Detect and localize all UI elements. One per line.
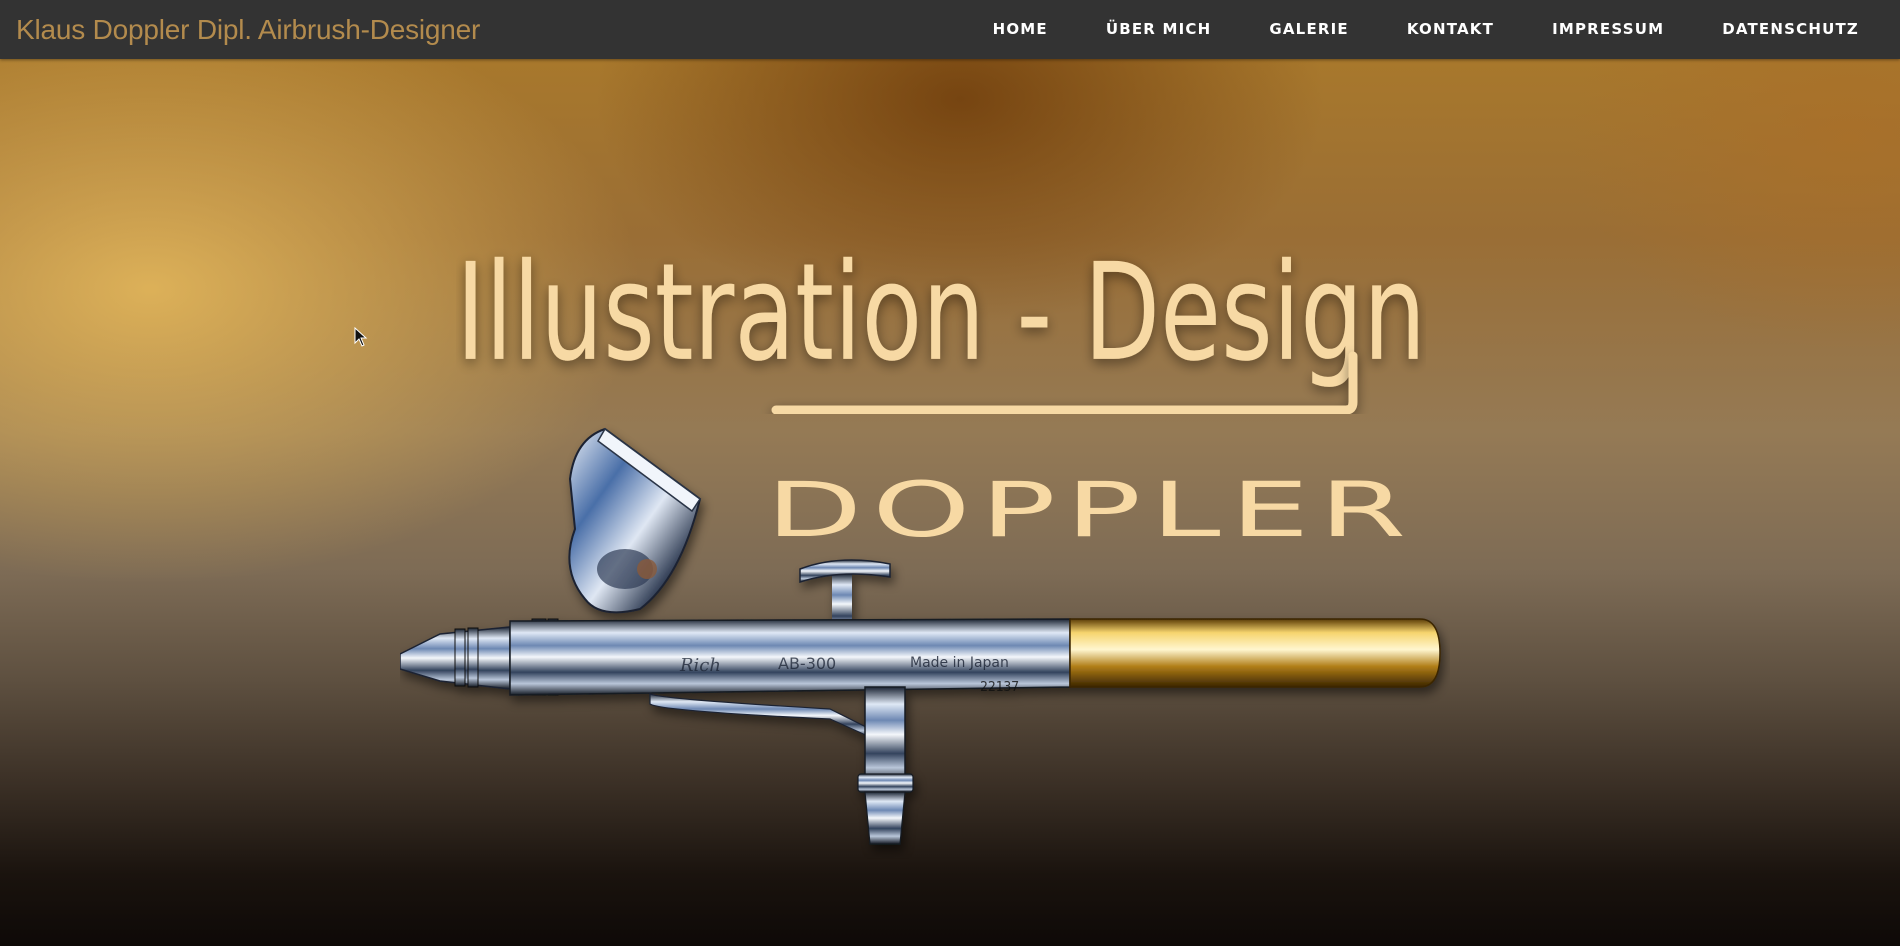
airbrush-color-cup [568, 427, 702, 614]
airbrush-gold-handle [1069, 618, 1441, 688]
nav-item-ueber-mich[interactable]: ÜBER MICH [1077, 0, 1241, 59]
hero-headline: Illustration - Design [456, 214, 1426, 414]
nav-item-galerie[interactable]: GALERIE [1240, 0, 1378, 59]
airbrush-engraving-brand: Rich [679, 655, 721, 676]
airbrush-engraving-origin: Made in Japan [910, 655, 1009, 671]
site-brand-link[interactable]: Klaus Doppler Dipl. Airbrush-Designer [16, 13, 480, 47]
hero-headline-text: Illustration - Design [456, 234, 1426, 391]
nav-item-kontakt[interactable]: KONTAKT [1378, 0, 1523, 59]
airbrush-illustration: Rich AB-300 Made in Japan 22137 [399, 419, 1450, 859]
hero-headline-graphic: Illustration - Design [456, 234, 1426, 414]
mouse-pointer-icon [354, 327, 368, 347]
nav-item-impressum[interactable]: IMPRESSUM [1523, 0, 1693, 59]
hero-section: Illustration - Design DOPPLER Rich AB-30… [0, 59, 1900, 946]
nav-item-home[interactable]: HOME [964, 0, 1077, 59]
nav-item-datenschutz[interactable]: DATENSCHUTZ [1693, 0, 1888, 59]
main-menu: HOME ÜBER MICH GALERIE KONTAKT IMPRESSUM… [964, 0, 1888, 59]
top-navigation-bar: Klaus Doppler Dipl. Airbrush-Designer HO… [0, 0, 1900, 59]
airbrush-engraving-model: AB-300 [778, 654, 836, 673]
airbrush-engraving-serial: 22137 [980, 680, 1019, 695]
airbrush-air-valve [649, 686, 914, 845]
